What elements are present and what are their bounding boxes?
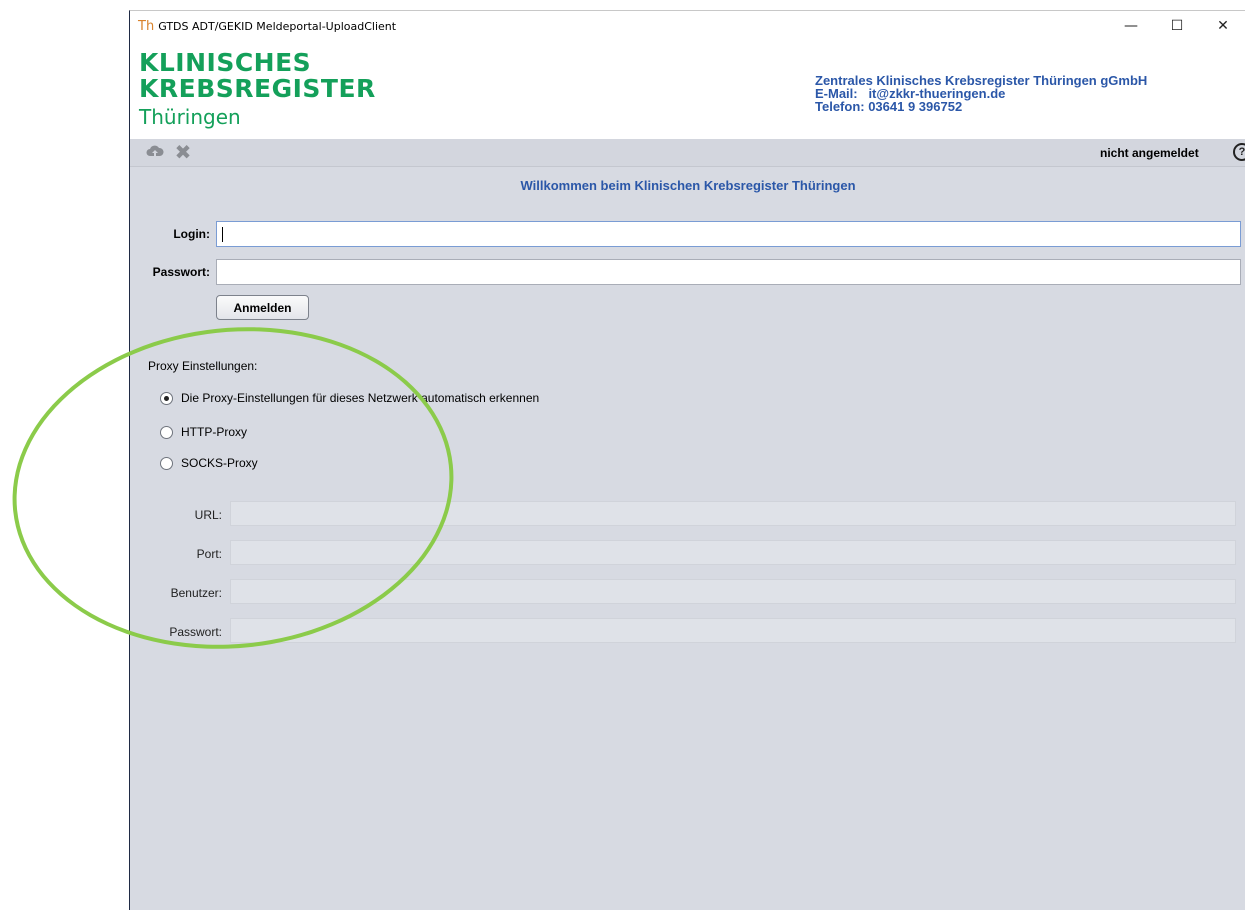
logo-line-2: KREBSREGISTER (139, 74, 376, 103)
app-logo-icon: Th (138, 18, 155, 34)
close-x-icon[interactable]: ✖ (172, 140, 194, 164)
contact-block: Zentrales Klinisches Krebsregister Thüri… (815, 74, 1147, 113)
maximize-button[interactable]: ☐ (1154, 11, 1200, 41)
password-label: Passwort: (152, 265, 210, 279)
logo-line-3: Thüringen (139, 105, 241, 129)
close-button[interactable]: ✕ (1200, 11, 1245, 41)
login-status: nicht angemeldet (1100, 146, 1199, 160)
proxy-password-field (230, 618, 1236, 643)
password-input[interactable] (216, 259, 1241, 285)
cloud-upload-icon[interactable] (144, 142, 166, 162)
minimize-button[interactable]: — (1108, 11, 1154, 41)
login-input[interactable] (216, 221, 1241, 247)
login-button[interactable]: Anmelden (216, 295, 309, 320)
window-title: GTDS ADT/GEKID Meldeportal-UploadClient (158, 19, 397, 33)
welcome-heading: Willkommen beim Klinischen Krebsregister… (520, 178, 856, 193)
login-label: Login: (173, 227, 210, 241)
toolbar: ✖ nicht angemeldet ? (130, 139, 1245, 167)
header-banner: KLINISCHES KREBSREGISTER Thüringen Zentr… (130, 41, 1245, 139)
text-caret (222, 227, 223, 242)
logo-line-1: KLINISCHES (139, 48, 312, 77)
title-bar[interactable]: Th GTDS ADT/GEKID Meldeportal-UploadClie… (130, 11, 1245, 41)
contact-phone: Telefon: 03641 9 396752 (815, 99, 963, 114)
window-controls: — ☐ ✕ (1108, 11, 1245, 41)
help-icon[interactable]: ? (1233, 143, 1245, 161)
